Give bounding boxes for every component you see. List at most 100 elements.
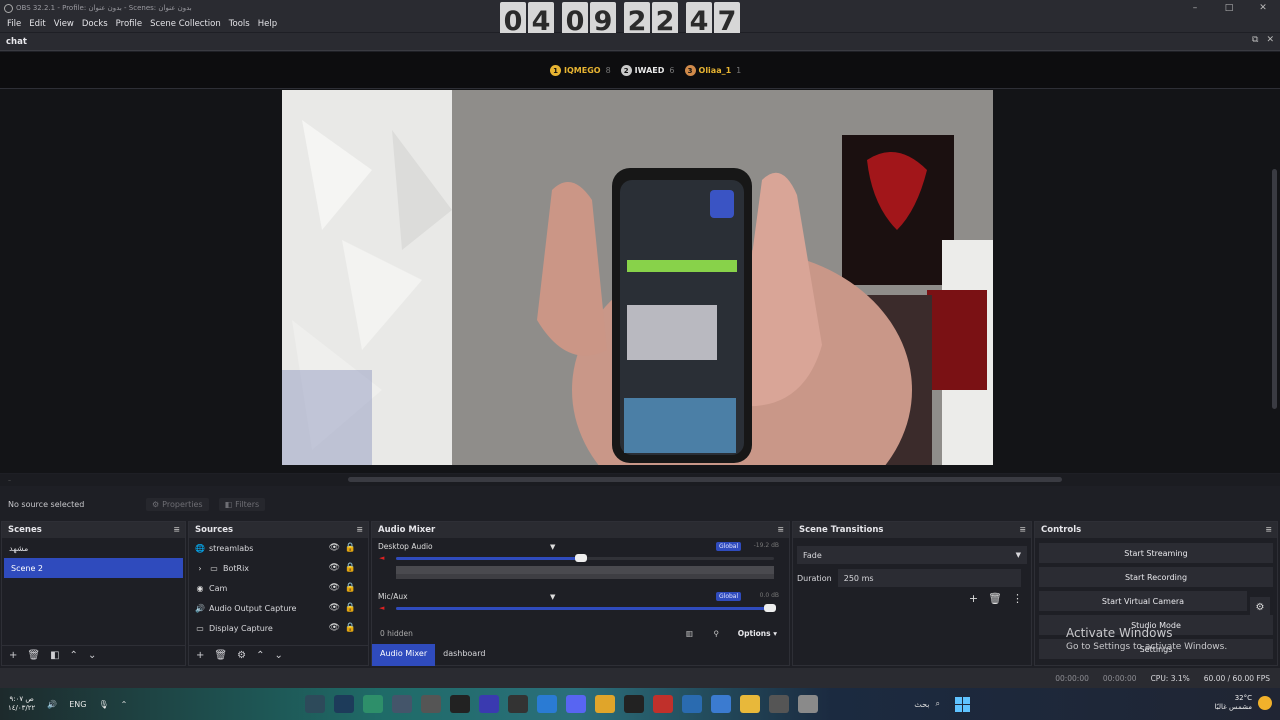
mute-icon[interactable]: ◄ xyxy=(379,604,384,612)
add-icon[interactable]: + xyxy=(196,650,204,661)
options-button[interactable]: Options ▾ xyxy=(738,629,777,638)
trash-icon[interactable]: 🗑 xyxy=(214,650,227,661)
app-icon[interactable] xyxy=(798,695,818,713)
chrome-icon[interactable] xyxy=(595,695,615,713)
source-item[interactable]: ◉ Cam 👁 🔒 xyxy=(189,578,368,598)
scene-item[interactable]: مشهد xyxy=(2,538,185,558)
source-item[interactable]: ▭ Display Capture 👁 🔒 xyxy=(189,618,368,638)
preview-area[interactable] xyxy=(0,89,1280,473)
taskbar-clock[interactable]: ص ٩:٠٧ ١٤/٠٣/٢٢ xyxy=(8,695,35,713)
app-icon[interactable] xyxy=(450,695,470,713)
start-recording-button[interactable]: Start Recording xyxy=(1039,567,1273,587)
menu-profile[interactable]: Profile xyxy=(112,19,146,29)
mic-icon[interactable]: 🎙 xyxy=(99,700,109,709)
volume-slider[interactable] xyxy=(396,604,776,612)
steam-icon[interactable] xyxy=(334,695,354,713)
app-icon[interactable] xyxy=(421,695,441,713)
app-icon[interactable] xyxy=(682,695,702,713)
close-button[interactable]: ✕ xyxy=(1246,0,1280,16)
horizontal-scrollbar[interactable] xyxy=(348,477,1062,482)
app-icon[interactable] xyxy=(305,695,325,713)
move-up-icon[interactable]: ⌃ xyxy=(70,650,78,661)
mute-icon[interactable]: ◄ xyxy=(379,554,384,562)
file-explorer-icon[interactable] xyxy=(740,695,760,713)
minimize-button[interactable]: – xyxy=(1178,0,1212,16)
trash-icon[interactable]: 🗑 xyxy=(988,592,1002,605)
lock-icon[interactable]: 🔒 xyxy=(345,543,356,553)
source-item[interactable]: 🔊 Audio Output Capture 👁 🔒 xyxy=(189,598,368,618)
float-dock-icon[interactable]: ⧉ xyxy=(1252,35,1258,45)
eye-icon[interactable]: 👁 xyxy=(329,623,340,633)
properties-button[interactable]: ⚙ Properties xyxy=(146,497,209,511)
app-icon[interactable] xyxy=(479,695,499,713)
maximize-button[interactable]: □ xyxy=(1212,0,1246,16)
expand-arrow-icon[interactable]: › xyxy=(195,564,205,573)
link-icon[interactable]: ⚲ xyxy=(714,629,720,638)
app-icon[interactable] xyxy=(363,695,383,713)
eye-icon[interactable]: 👁 xyxy=(329,603,340,613)
settings-app-icon[interactable] xyxy=(392,695,412,713)
dock-menu-icon[interactable]: ≡ xyxy=(777,525,784,534)
gear-icon[interactable]: ⚙ xyxy=(237,650,246,661)
preview-canvas[interactable] xyxy=(282,90,993,465)
language-indicator[interactable]: ENG xyxy=(69,700,86,709)
dock-menu-icon[interactable]: ≡ xyxy=(1019,525,1026,534)
duration-spinbox[interactable]: 250 ms xyxy=(837,569,1021,587)
lock-icon[interactable]: 🔒 xyxy=(345,563,356,573)
taskbar-search[interactable]: بحث ⌕ xyxy=(880,695,946,713)
adobe-icon[interactable] xyxy=(653,695,673,713)
menu-scene-collection[interactable]: Scene Collection xyxy=(146,19,225,29)
more-icon[interactable]: ⋮ xyxy=(1012,592,1023,605)
trash-icon[interactable]: 🗑 xyxy=(27,650,40,661)
app-icon[interactable] xyxy=(624,695,644,713)
edge-icon[interactable] xyxy=(537,695,557,713)
start-virtual-camera-button[interactable]: Start Virtual Camera xyxy=(1039,591,1247,611)
filters-button[interactable]: ◧ Filters xyxy=(218,497,266,511)
add-icon[interactable]: + xyxy=(969,592,978,605)
scene-item-selected[interactable]: Scene 2 xyxy=(4,558,183,578)
weather-widget[interactable]: 32°C مشمس غالبًا xyxy=(1215,694,1272,712)
zoom-out-icon[interactable]: – xyxy=(8,477,11,484)
menu-tools[interactable]: Tools xyxy=(225,19,254,29)
menu-view[interactable]: View xyxy=(50,19,78,29)
menu-help[interactable]: Help xyxy=(254,19,281,29)
eye-icon[interactable]: 👁 xyxy=(329,583,340,593)
volume-knob[interactable] xyxy=(575,554,587,562)
source-item[interactable]: 🌐 streamlabs 👁 🔒 xyxy=(189,538,368,558)
windows-start-icon[interactable] xyxy=(955,697,970,712)
lock-icon[interactable]: 🔒 xyxy=(345,603,356,613)
channel-badge[interactable]: Global xyxy=(716,592,742,601)
app-icon[interactable] xyxy=(711,695,731,713)
volume-icon[interactable]: 🔊 xyxy=(47,700,57,709)
lock-icon[interactable]: 🔒 xyxy=(345,623,356,633)
volume-slider[interactable] xyxy=(396,554,774,562)
move-down-icon[interactable]: ⌄ xyxy=(88,650,96,661)
vertical-scrollbar[interactable] xyxy=(1272,169,1277,409)
menu-docks[interactable]: Docks xyxy=(78,19,112,29)
start-streaming-button[interactable]: Start Streaming xyxy=(1039,543,1273,563)
tab-audio-mixer[interactable]: Audio Mixer xyxy=(372,644,436,666)
dock-menu-icon[interactable]: ≡ xyxy=(356,525,363,534)
eye-icon[interactable]: 👁 xyxy=(329,543,340,553)
source-item[interactable]: › ▭ BotRix 👁 🔒 xyxy=(189,558,368,578)
add-icon[interactable]: + xyxy=(9,650,17,661)
move-down-icon[interactable]: ⌄ xyxy=(274,650,282,661)
channel-menu-icon[interactable]: ▼ xyxy=(550,593,555,601)
move-up-icon[interactable]: ⌃ xyxy=(256,650,264,661)
close-dock-icon[interactable]: ✕ xyxy=(1266,35,1274,45)
app-icon[interactable] xyxy=(769,695,789,713)
dock-menu-icon[interactable]: ≡ xyxy=(1265,525,1272,534)
menu-file[interactable]: File xyxy=(3,19,25,29)
volume-knob[interactable] xyxy=(764,604,776,612)
menu-edit[interactable]: Edit xyxy=(25,19,49,29)
layout-icon[interactable]: ▥ xyxy=(686,629,693,638)
virtual-camera-settings-icon[interactable]: ⚙ xyxy=(1250,597,1270,617)
filter-icon[interactable]: ◧ xyxy=(50,650,59,661)
tab-dashboard[interactable]: dashboard xyxy=(435,644,493,666)
obs-app-icon[interactable] xyxy=(508,695,528,713)
eye-icon[interactable]: 👁 xyxy=(329,563,340,573)
chevron-up-icon[interactable]: ⌃ xyxy=(121,700,128,709)
transition-select[interactable]: Fade ▼ xyxy=(797,546,1027,564)
lock-icon[interactable]: 🔒 xyxy=(345,583,356,593)
discord-icon[interactable] xyxy=(566,695,586,713)
